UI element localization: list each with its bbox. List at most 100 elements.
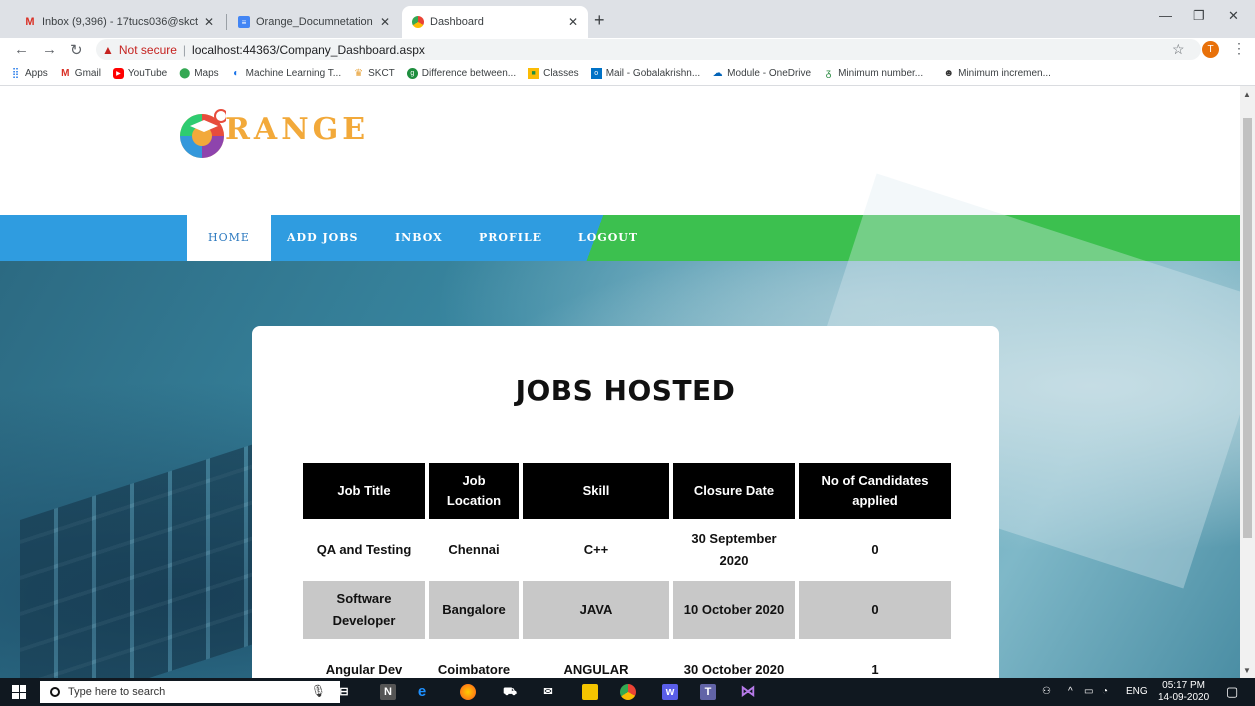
tray-chevron-icon[interactable]: ^: [1068, 678, 1073, 706]
tab-strip: M Inbox (9,396) - 17tucs036@skct.e ✕ ≡ O…: [0, 0, 1255, 38]
address-toolbar: ← → ↻ ▲ Not secure | localhost:44363/Com…: [0, 38, 1255, 62]
tab-gmail-inbox[interactable]: M Inbox (9,396) - 17tucs036@skct.e ✕: [14, 6, 224, 38]
bookmark-label: SKCT: [368, 68, 395, 79]
bookmark-label: Minimum number...: [838, 68, 924, 79]
cell-skill: JAVA: [523, 581, 669, 639]
page-viewport: RANGE HOME ADD JOBS INBOX PROFILE LOGOUT…: [0, 86, 1240, 678]
profile-avatar[interactable]: T: [1202, 41, 1219, 58]
bookmark-youtube[interactable]: ▶ YouTube: [112, 68, 167, 79]
nav-logout[interactable]: LOGOUT: [578, 215, 638, 261]
url-text[interactable]: localhost:44363/Company_Dashboard.aspx: [192, 43, 425, 57]
column-header: Job Title: [303, 463, 425, 519]
file-explorer-icon[interactable]: [582, 684, 598, 700]
microphone-icon[interactable]: 🎙: [311, 684, 326, 698]
scroll-up-icon[interactable]: ▲: [1243, 90, 1251, 99]
scroll-down-icon[interactable]: ▼: [1243, 666, 1251, 675]
orange-logo-icon: [180, 109, 226, 158]
tab-dashboard[interactable]: Dashboard ✕: [402, 6, 588, 38]
notifications-icon[interactable]: ▢: [1226, 678, 1238, 706]
chrome-icon[interactable]: [620, 684, 636, 700]
battery-icon[interactable]: ▭: [1084, 678, 1093, 706]
cortana-icon: [50, 687, 60, 697]
bookmark-maps[interactable]: ⬤ Maps: [179, 68, 219, 79]
apps-grid-icon: ⣿: [11, 68, 20, 79]
card-title: JOBS HOSTED: [515, 374, 736, 407]
cell-job-title: Software Developer: [303, 581, 425, 639]
table-header-row: Job Title Job Location Skill Closure Dat…: [303, 463, 951, 519]
nav-inbox[interactable]: INBOX: [395, 215, 443, 261]
new-tab-button[interactable]: +: [594, 11, 605, 29]
forward-icon[interactable]: →: [42, 41, 57, 58]
table-row: Software Developer Bangalore JAVA 10 Oct…: [303, 581, 951, 639]
taskbar-clock[interactable]: 05:17 PM 14-09-2020: [1158, 680, 1209, 704]
cell-candidates: 0: [871, 542, 879, 557]
clock-date: 14-09-2020: [1158, 692, 1210, 703]
bookmark-minimum-number[interactable]: ᵹ Minimum number...: [823, 68, 923, 79]
bookmark-difference[interactable]: g Difference between...: [406, 68, 516, 79]
close-window-icon[interactable]: ✕: [1228, 8, 1239, 24]
clock-time: 05:17 PM: [1162, 680, 1205, 691]
keyboard-photo-region: [20, 442, 260, 678]
language-indicator[interactable]: ENG: [1126, 678, 1148, 706]
back-icon[interactable]: ←: [14, 41, 29, 58]
tab-title: Orange_Documnetation - Googl: [256, 16, 374, 28]
bookmark-label: Classes: [543, 68, 579, 79]
bookmark-apps[interactable]: ⣿ Apps: [10, 68, 48, 79]
bookmark-label: Minimum incremen...: [958, 68, 1051, 79]
windows-taskbar: Type here to search 🎙 ⊟ N e ⛟ ✉ w T ⋈ ⚇ …: [0, 678, 1255, 706]
security-status[interactable]: Not secure: [119, 43, 177, 57]
tab-divider: [226, 14, 227, 30]
bookmark-classes[interactable]: ■ Classes: [528, 68, 579, 79]
bookmarks-bar: ⣿ Apps M Gmail ▶ YouTube ⬤ Maps ◐ Machine Lea…: [0, 62, 1255, 86]
edge-icon[interactable]: e: [414, 684, 430, 700]
onedrive-cloud-icon: ☁: [712, 68, 723, 79]
task-view-icon[interactable]: ⊟: [336, 684, 352, 700]
bookmark-gmail[interactable]: M Gmail: [60, 68, 101, 79]
firefox-icon[interactable]: [460, 684, 476, 700]
gmail-icon: M: [61, 68, 70, 79]
visual-studio-icon[interactable]: ⋈: [740, 684, 756, 700]
jobs-card: JOBS HOSTED Job Title Job Location Skill…: [252, 326, 999, 678]
tab-orange-documentation[interactable]: ≡ Orange_Documnetation - Googl ✕: [228, 6, 400, 38]
close-tab-icon[interactable]: ✕: [204, 15, 214, 29]
cell-job-location: Bangalore: [429, 581, 519, 639]
cell-job-location: Coimbatore: [437, 662, 511, 677]
store-icon[interactable]: ⛟: [502, 684, 518, 700]
bookmark-onedrive[interactable]: ☁ Module - OneDrive: [712, 68, 811, 79]
bookmark-label: Machine Learning T...: [245, 68, 342, 79]
orange-logo[interactable]: RANGE: [178, 106, 428, 166]
mail-icon[interactable]: ✉: [540, 684, 556, 700]
app-icon[interactable]: w: [662, 684, 678, 700]
people-icon[interactable]: ⚇: [1042, 678, 1051, 706]
minimize-icon[interactable]: —: [1159, 8, 1172, 23]
bookmark-skct[interactable]: ♛ SKCT: [353, 68, 395, 79]
teams-icon[interactable]: T: [700, 684, 716, 700]
close-tab-icon[interactable]: ✕: [568, 15, 578, 29]
bookmark-label: Apps: [25, 68, 48, 79]
column-header: Job Location: [429, 463, 519, 519]
close-tab-icon[interactable]: ✕: [380, 15, 390, 29]
tab-title: Dashboard: [430, 16, 484, 28]
restore-icon[interactable]: ❐: [1193, 8, 1205, 24]
onenote-icon[interactable]: N: [380, 684, 396, 700]
cell-closure-date: 30 September 2020: [691, 531, 777, 568]
nav-add-jobs[interactable]: ADD JOBS: [287, 215, 358, 261]
menu-kebab-icon[interactable]: ⋮: [1232, 40, 1246, 57]
bookmark-minimum-increment[interactable]: ☻ Minimum incremen...: [943, 68, 1051, 79]
bookmark-machine-learning[interactable]: ◐ Machine Learning T...: [231, 68, 341, 79]
cell-candidates: 0: [799, 581, 951, 639]
nav-home[interactable]: HOME: [187, 215, 271, 261]
windows-start-icon[interactable]: [12, 685, 26, 699]
college-icon: ♛: [354, 68, 364, 79]
cell-job-title: QA and Testing: [316, 542, 412, 557]
maps-pin-icon: ⬤: [179, 68, 191, 79]
bookmark-star-icon[interactable]: ☆: [1172, 41, 1185, 58]
bookmark-mail[interactable]: o Mail - Gobalakrishn...: [590, 68, 700, 79]
wifi-icon[interactable]: ◔: [1102, 678, 1108, 706]
nav-profile[interactable]: PROFILE: [479, 215, 542, 261]
page-scrollbar[interactable]: ▲ ▼: [1240, 86, 1255, 678]
address-bar[interactable]: ▲ Not secure | localhost:44363/Company_D…: [96, 39, 1201, 60]
taskbar-search[interactable]: Type here to search 🎙: [40, 681, 340, 703]
scrollbar-thumb[interactable]: [1243, 118, 1252, 538]
reload-icon[interactable]: ↻: [70, 41, 83, 59]
